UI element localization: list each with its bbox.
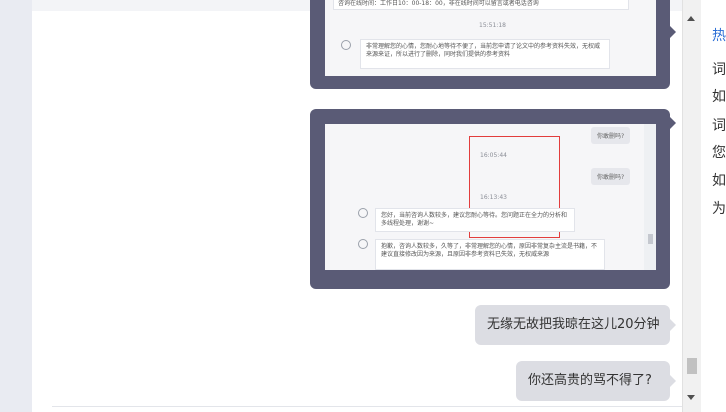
image-message-2[interactable]: 你敢删吗? 16:05:44 你敢删吗? 16:13:43 您好，当前咨询人数较…: [310, 109, 676, 289]
mini-timestamp: 15:51:18: [479, 22, 506, 29]
right-panel-line: 为: [712, 201, 726, 217]
mini-agent-message: 您好，当前咨询人数较多，建议您耐心等待。您问题正在全力的分析和多线程处理，谢谢~: [375, 208, 575, 232]
user-message[interactable]: 无缘无故把我晾在这儿20分钟: [475, 305, 676, 345]
bubble-tail: [670, 117, 676, 129]
right-panel-line: 词: [712, 62, 726, 78]
chat-bottom-divider: [52, 406, 682, 407]
mini-agent-message: 抱歉，咨询人数较多，久等了，非常理解您的心情，原因非常复杂主流是书籍，不建议直接…: [375, 239, 605, 270]
chat-panel[interactable]: 咨询在线时间：工作日10：00-18：00，非在线时间可以留言或者电话咨询 15…: [32, 0, 682, 412]
user-message[interactable]: 你还高贵的骂不得了?: [516, 361, 676, 401]
agent-avatar-icon: [341, 40, 351, 50]
right-panel-line: 词: [712, 118, 726, 134]
user-message-text: 你还高贵的骂不得了?: [528, 373, 652, 388]
mini-agent-message-text: 抱歉，咨询人数较多，久等了，非常理解您的心情，原因非常复杂主流是书籍，不建议直接…: [381, 243, 598, 258]
scroll-down-arrow-icon[interactable]: [687, 395, 695, 400]
mini-scrollbar: [644, 124, 656, 270]
chat-scrollbar[interactable]: [682, 0, 701, 412]
right-panel-line: 如: [712, 89, 726, 105]
mini-user-bubble: 你敢删吗?: [591, 168, 631, 185]
mini-agent-message: 非常理解您的心情，您耐心地等待不便了，当前您申请了论文中的参考资料失效，无权威来…: [360, 39, 610, 69]
mini-scrollbar-thumb: [648, 234, 653, 244]
right-panel-line: 如: [712, 173, 726, 189]
mini-notice-text: 咨询在线时间：工作日10：00-18：00，非在线时间可以留言或者电话咨询: [338, 0, 539, 7]
right-info-panel: 热 词 如 词 您 如 为: [701, 0, 726, 412]
user-message-text: 无缘无故把我晾在这儿20分钟: [487, 317, 660, 332]
right-panel-heading[interactable]: 热: [712, 25, 726, 45]
screenshot-image-2[interactable]: 你敢删吗? 16:05:44 你敢删吗? 16:13:43 您好，当前咨询人数较…: [325, 124, 656, 270]
scrollbar-thumb[interactable]: [687, 358, 697, 374]
mini-user-bubble: 你敢删吗?: [591, 127, 631, 144]
scroll-up-arrow-icon[interactable]: [687, 16, 695, 21]
right-panel-line: 您: [712, 145, 726, 161]
bubble-tail: [670, 26, 676, 38]
mini-agent-message-text: 非常理解您的心情，您耐心地等待不便了，当前您申请了论文中的参考资料失效，无权威来…: [366, 43, 601, 58]
image-message-1[interactable]: 咨询在线时间：工作日10：00-18：00，非在线时间可以留言或者电话咨询 15…: [310, 0, 676, 89]
screenshot-image-1[interactable]: 咨询在线时间：工作日10：00-18：00，非在线时间可以留言或者电话咨询 15…: [325, 0, 656, 76]
mini-notice: 咨询在线时间：工作日10：00-18：00，非在线时间可以留言或者电话咨询: [333, 0, 629, 10]
bubble-tail: [670, 375, 676, 387]
left-gutter: [0, 0, 32, 412]
mini-agent-message-text: 您好，当前咨询人数较多，建议您耐心等待。您问题正在全力的分析和多线程处理，谢谢~: [381, 212, 568, 227]
agent-avatar-icon: [358, 208, 368, 218]
bubble-tail: [670, 319, 676, 331]
agent-avatar-icon: [358, 239, 368, 249]
